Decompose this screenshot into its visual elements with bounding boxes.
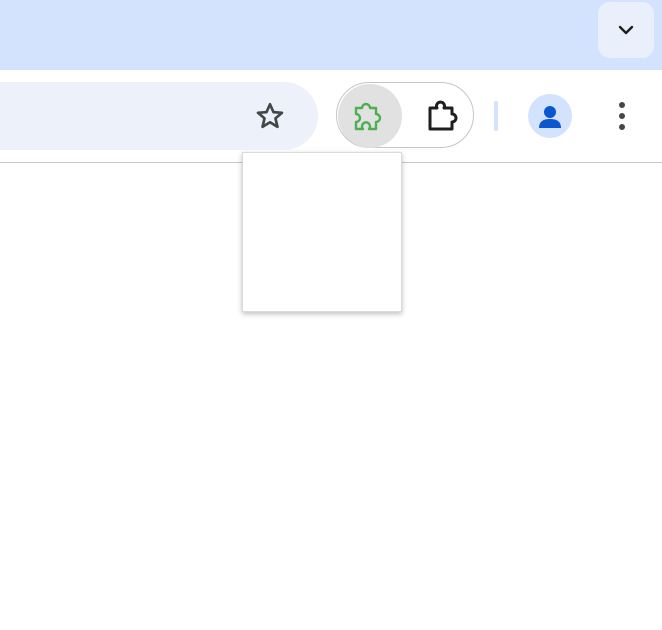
vertical-dots-icon (619, 102, 625, 130)
pinned-extension-button[interactable] (338, 84, 402, 148)
chevron-down-icon (618, 25, 634, 35)
title-bar (0, 0, 662, 70)
bookmark-button[interactable] (250, 96, 290, 136)
extension-popup[interactable] (242, 152, 402, 312)
star-outline-icon (256, 102, 284, 129)
profile-button[interactable] (528, 94, 572, 138)
browser-menu-button[interactable] (602, 96, 642, 136)
extensions-menu-button[interactable] (412, 84, 474, 148)
extension-puzzle-icon (428, 100, 458, 131)
person-icon (539, 106, 561, 128)
tab-search-button[interactable] (598, 2, 654, 58)
puzzle-piece-icon (354, 102, 382, 131)
toolbar-separator (494, 101, 498, 131)
